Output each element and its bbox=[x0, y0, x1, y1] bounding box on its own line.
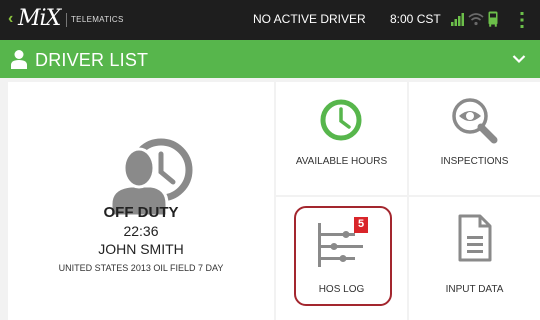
chevron-down-icon[interactable] bbox=[512, 54, 526, 64]
available-hours-label: AVAILABLE HOURS bbox=[295, 156, 388, 167]
input-data-tile[interactable]: INPUT DATA bbox=[409, 197, 540, 320]
hos-cycle: UNITED STATES 2013 OIL FIELD 7 DAY bbox=[58, 263, 224, 273]
duty-status: OFF DUTY bbox=[103, 204, 179, 221]
back-chevron-icon[interactable]: ‹ bbox=[8, 9, 13, 29]
person-icon bbox=[11, 50, 27, 69]
logo-divider bbox=[66, 13, 67, 27]
input-data-label: INPUT DATA bbox=[445, 284, 504, 295]
duty-time: 22:36 bbox=[123, 223, 159, 239]
active-driver-status[interactable]: NO ACTIVE DRIVER bbox=[253, 12, 366, 26]
clock: 8:00 CST bbox=[390, 12, 441, 26]
app-logo: MiX bbox=[18, 6, 61, 31]
driver-status-panel[interactable]: OFF DUTY 22:36 JOHN SMITH UNITED STATES … bbox=[8, 82, 274, 320]
signal-icon bbox=[451, 13, 464, 26]
status-bar: ‹ MiX TELEMATICS NO ACTIVE DRIVER 8:00 C… bbox=[0, 0, 540, 40]
page-title: DRIVER LIST bbox=[35, 50, 149, 70]
available-hours-tile[interactable]: AVAILABLE HOURS bbox=[276, 82, 407, 195]
clock-icon bbox=[320, 99, 362, 141]
inspections-label: INSPECTIONS bbox=[440, 156, 509, 167]
document-icon bbox=[458, 214, 492, 262]
driver-name: JOHN SMITH bbox=[98, 241, 184, 257]
driver-list-header[interactable]: DRIVER LIST bbox=[0, 40, 540, 78]
hos-log-highlight bbox=[294, 206, 392, 306]
wifi-icon bbox=[468, 13, 484, 26]
magnifier-eye-icon bbox=[452, 98, 498, 144]
inspections-tile[interactable]: INSPECTIONS bbox=[409, 82, 540, 195]
logo-subtitle: TELEMATICS bbox=[71, 15, 124, 24]
driver-clock-icon bbox=[109, 138, 193, 216]
menu-icon[interactable] bbox=[518, 10, 526, 30]
app-screen: ‹ MiX TELEMATICS NO ACTIVE DRIVER 8:00 C… bbox=[0, 0, 540, 320]
vehicle-icon bbox=[488, 11, 498, 27]
